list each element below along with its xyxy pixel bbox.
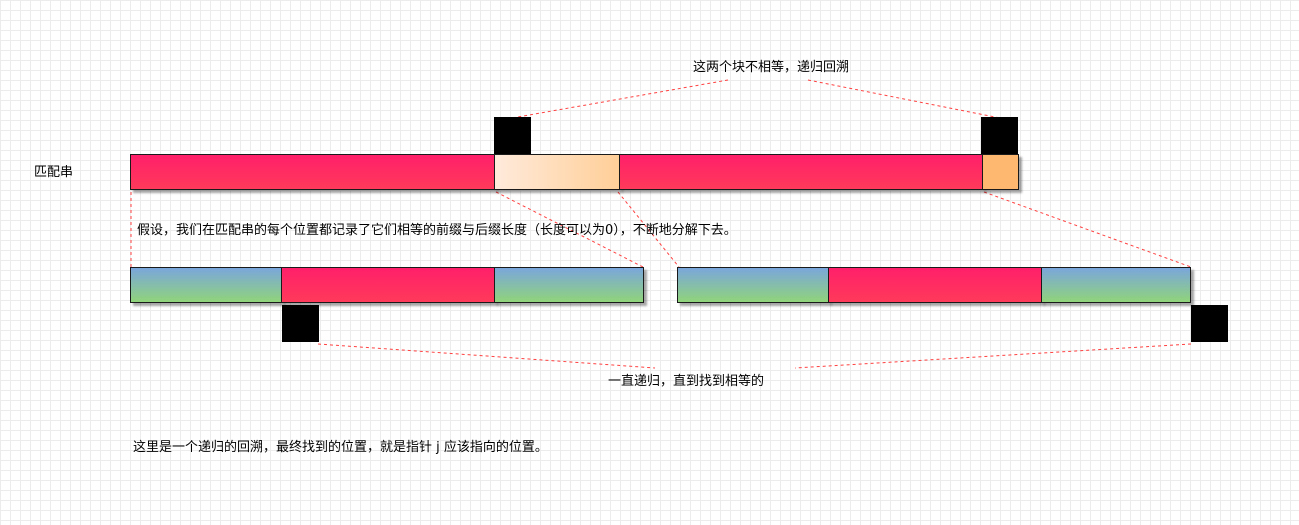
left-bottom-marker-block [282,305,319,342]
middle-note: 假设，我们在匹配串的每个位置都记录了它们相等的前缀与后缀长度（长度可以为0），不… [137,223,737,238]
right-bottom-marker-block [1191,305,1228,342]
connector-orange-to-right-bar [983,191,1192,268]
right-prefix-block [677,267,829,303]
bottom-note: 一直递归，直到找到相等的 [608,374,765,389]
footer-note: 这里是一个递归的回溯，最终找到的位置，就是指针 j 应该指向的位置。 [133,440,548,455]
left-middle-block [281,267,495,303]
connector-bottom-right [794,343,1192,369]
match-string-segment-3 [619,154,983,190]
top-left-marker-block [494,117,531,154]
top-note: 这两个块不相等，递归回溯 [693,60,850,75]
right-middle-block [828,267,1042,303]
match-string-segment-2 [494,154,620,190]
match-string-segment-4 [982,154,1019,190]
match-string-segment-1 [130,154,495,190]
connector-bottom-left [317,343,656,369]
left-prefix-block [130,267,282,303]
right-suffix-block [1041,267,1191,303]
match-string-label: 匹配串 [34,165,74,180]
connector-top-right [807,79,1001,119]
top-right-marker-block [981,117,1018,154]
connector-top-left [511,79,729,119]
left-suffix-block [494,267,644,303]
